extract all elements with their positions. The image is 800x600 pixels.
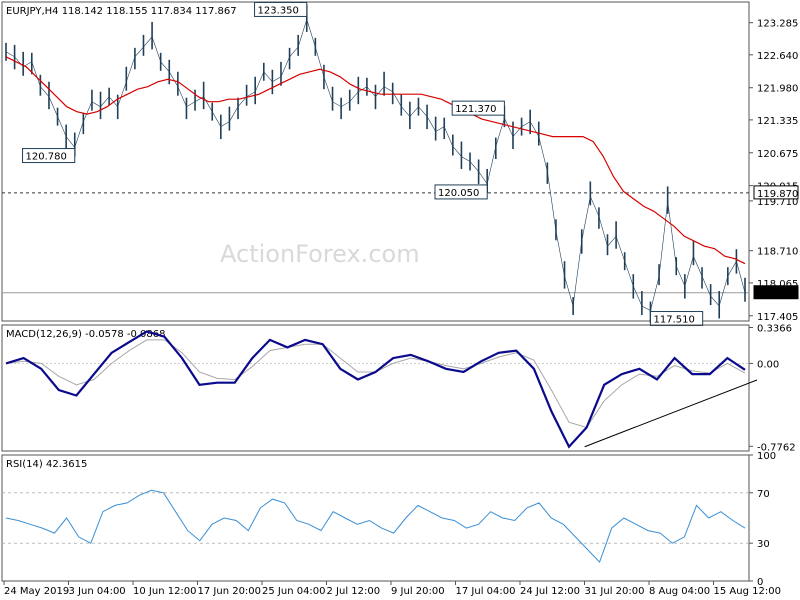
macd-tick-label: 0.3366 [757, 323, 792, 334]
time-tick-label: 17 Jun 20:00 [198, 586, 262, 597]
macd-signal-line [5, 339, 746, 429]
rsi-tick-label: 30 [757, 539, 770, 550]
macd-tick-label: 0.00 [757, 359, 779, 370]
price-title: EURJPY,H4 118.142 118.155 117.834 117.86… [6, 6, 237, 17]
level-tag-label: 117.867 [757, 289, 798, 300]
annotation-120.780: 120.780 [26, 152, 67, 163]
price-pane: ActionForex.com EURJPY,H4 118.142 118.155… [1, 1, 799, 327]
macd-frame [1, 324, 750, 452]
rsi-pane: RSI(14) 42.361510070300 [1, 451, 776, 588]
time-tick-label: 31 Jul 20:00 [585, 586, 645, 597]
macd-pane: MACD(12,26,9) -0.0578 -0.08680.33660.00-… [1, 323, 796, 453]
annotation-123.350: 123.350 [258, 5, 299, 16]
annotation-121.370: 121.370 [455, 104, 496, 115]
time-tick-label: 3 Jun 04:00 [69, 586, 126, 597]
watermark: ActionForex.com [220, 240, 420, 268]
price-tick-label: 121.980 [757, 84, 798, 95]
rsi-line [5, 489, 746, 564]
time-tick-label: 15 Aug 12:00 [714, 586, 781, 597]
rsi-frame [1, 454, 750, 582]
rsi-tick-label: 100 [757, 451, 776, 462]
time-tick-label: 2 Jul 12:00 [327, 586, 381, 597]
macd-line [5, 330, 746, 449]
time-tick-label: 10 Jun 12:00 [133, 586, 197, 597]
macd-trendline [584, 379, 758, 448]
annotation-117.510: 117.510 [653, 315, 694, 326]
price-tick-label: 123.285 [757, 19, 798, 30]
price-tick-label: 118.710 [757, 247, 798, 258]
time-tick-label: 24 Jul 12:00 [520, 586, 580, 597]
time-tick-label: 25 Jun 04:00 [262, 586, 326, 597]
price-tick-label: 120.675 [757, 149, 798, 160]
rsi-title: RSI(14) 42.3615 [6, 459, 87, 470]
time-axis: 24 May 2019 3 Jun 04:00 10 Jun 12:00 17 Jun… [3, 581, 781, 597]
level-tag-label: 119.870 [757, 189, 798, 200]
time-tick-label: 24 May 2019 [4, 586, 69, 597]
annotation-120.050: 120.050 [438, 188, 479, 199]
rsi-tick-label: 70 [757, 489, 770, 500]
price-tick-label: 117.405 [757, 312, 798, 323]
price-tick-label: 122.640 [757, 51, 798, 62]
price-frame [1, 1, 750, 322]
time-tick-label: 17 Jul 04:00 [456, 586, 516, 597]
price-tick-label: 121.335 [757, 116, 798, 127]
time-tick-label: 9 Jul 20:00 [391, 586, 445, 597]
time-tick-label: 8 Aug 04:00 [649, 586, 710, 597]
eurjpy-chart: ActionForex.com EURJPY,H4 118.142 118.155… [1, 1, 799, 597]
